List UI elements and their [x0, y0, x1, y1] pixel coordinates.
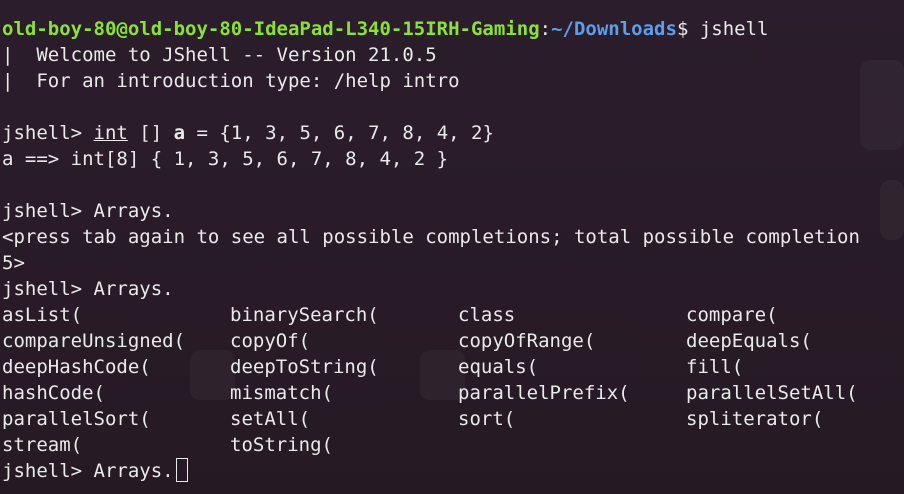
code-text: Arrays. — [93, 278, 174, 300]
jshell-input-line: jshell> Arrays. — [2, 198, 904, 224]
completion-row: stream( toString( — [2, 432, 904, 458]
terminal-window[interactable]: old-boy-80@old-boy-80-IdeaPad-L340-15IRH… — [0, 0, 904, 494]
jshell-prompt: jshell> — [2, 460, 94, 482]
terminal-output: old-boy-80@old-boy-80-IdeaPad-L340-15IRH… — [2, 16, 904, 484]
completion-item: deepHashCode( — [2, 356, 151, 378]
completion-item: copyOf( — [230, 330, 311, 352]
code-text: [] — [127, 122, 174, 144]
completion-item: binarySearch( — [230, 304, 379, 326]
code-text: = {1, 3, 5, 6, 7, 8, 4, 2} — [185, 122, 494, 144]
completion-item: sort( — [458, 408, 516, 430]
prompt-colon: : — [539, 18, 552, 40]
completion-row: compareUnsigned( copyOf( copyOfRange( deepE… — [2, 328, 904, 354]
completion-list: asList(binarySearch(class compare(compare… — [2, 302, 904, 458]
completion-item: parallelSetAll( — [686, 382, 858, 404]
completion-item: toString( — [230, 434, 333, 456]
jshell-prompt: jshell> — [2, 200, 94, 222]
welcome-line: | Welcome to JShell -- Version 21.0.5 — [2, 44, 437, 66]
completion-item: parallelPrefix( — [458, 382, 630, 404]
completion-item: setAll( — [230, 408, 311, 430]
completion-item: mismatch( — [230, 382, 333, 404]
prompt-symbol: $ — [676, 18, 700, 40]
completion-item: equals( — [458, 356, 539, 378]
jshell-input-line: jshell> Arrays. — [2, 276, 904, 302]
completion-item: compare( — [686, 304, 778, 326]
welcome-line: | For an introduction type: /help intro — [2, 70, 460, 92]
completion-item: hashCode( — [2, 382, 105, 404]
jshell-result-line: a ==> int[8] { 1, 3, 5, 6, 7, 8, 4, 2 } — [2, 148, 449, 170]
completion-row: hashCode( mismatch( parallelPrefix( paralle… — [2, 380, 904, 406]
completion-item: compareUnsigned( — [2, 330, 186, 352]
completion-item: stream( — [2, 434, 83, 456]
code-text: Arrays. — [93, 200, 174, 222]
jshell-input-line: jshell> int [] a = {1, 3, 5, 6, 7, 8, 4,… — [2, 120, 904, 146]
completion-item: class — [458, 304, 516, 326]
text-cursor — [175, 458, 188, 482]
prompt-path: ~/Downloads — [551, 18, 677, 40]
completion-hint: <press tab again to see all possible com… — [2, 226, 860, 248]
keyword-int: int — [93, 122, 128, 144]
jshell-prompt: jshell> — [2, 278, 94, 300]
shell-command: jshell — [699, 18, 769, 40]
completion-item: deepEquals( — [686, 330, 812, 352]
completion-row: parallelSort( setAll( sort( spliterator( — [2, 406, 904, 432]
jshell-active-input-line[interactable]: jshell> Arrays. — [2, 458, 904, 484]
prompt-user-host: old-boy-80@old-boy-80-IdeaPad-L340-15IRH… — [2, 18, 540, 40]
completion-item: fill( — [686, 356, 744, 378]
completion-item: deepToString( — [230, 356, 379, 378]
completion-item: asList( — [2, 304, 83, 326]
completion-hint-wrap: 5> — [2, 252, 25, 274]
current-input[interactable]: Arrays. — [94, 460, 174, 482]
completion-row: asList( binarySearch( class compare( — [2, 302, 904, 328]
completion-item: copyOfRange( — [458, 330, 596, 352]
completion-item: parallelSort( — [2, 408, 151, 430]
variable-a: a — [173, 122, 186, 144]
completion-item: spliterator( — [686, 408, 824, 430]
completion-row: deepHashCode( deepToString( equals( fill( — [2, 354, 904, 380]
jshell-prompt: jshell> — [2, 122, 94, 144]
shell-prompt-line: old-boy-80@old-boy-80-IdeaPad-L340-15IRH… — [2, 16, 904, 42]
